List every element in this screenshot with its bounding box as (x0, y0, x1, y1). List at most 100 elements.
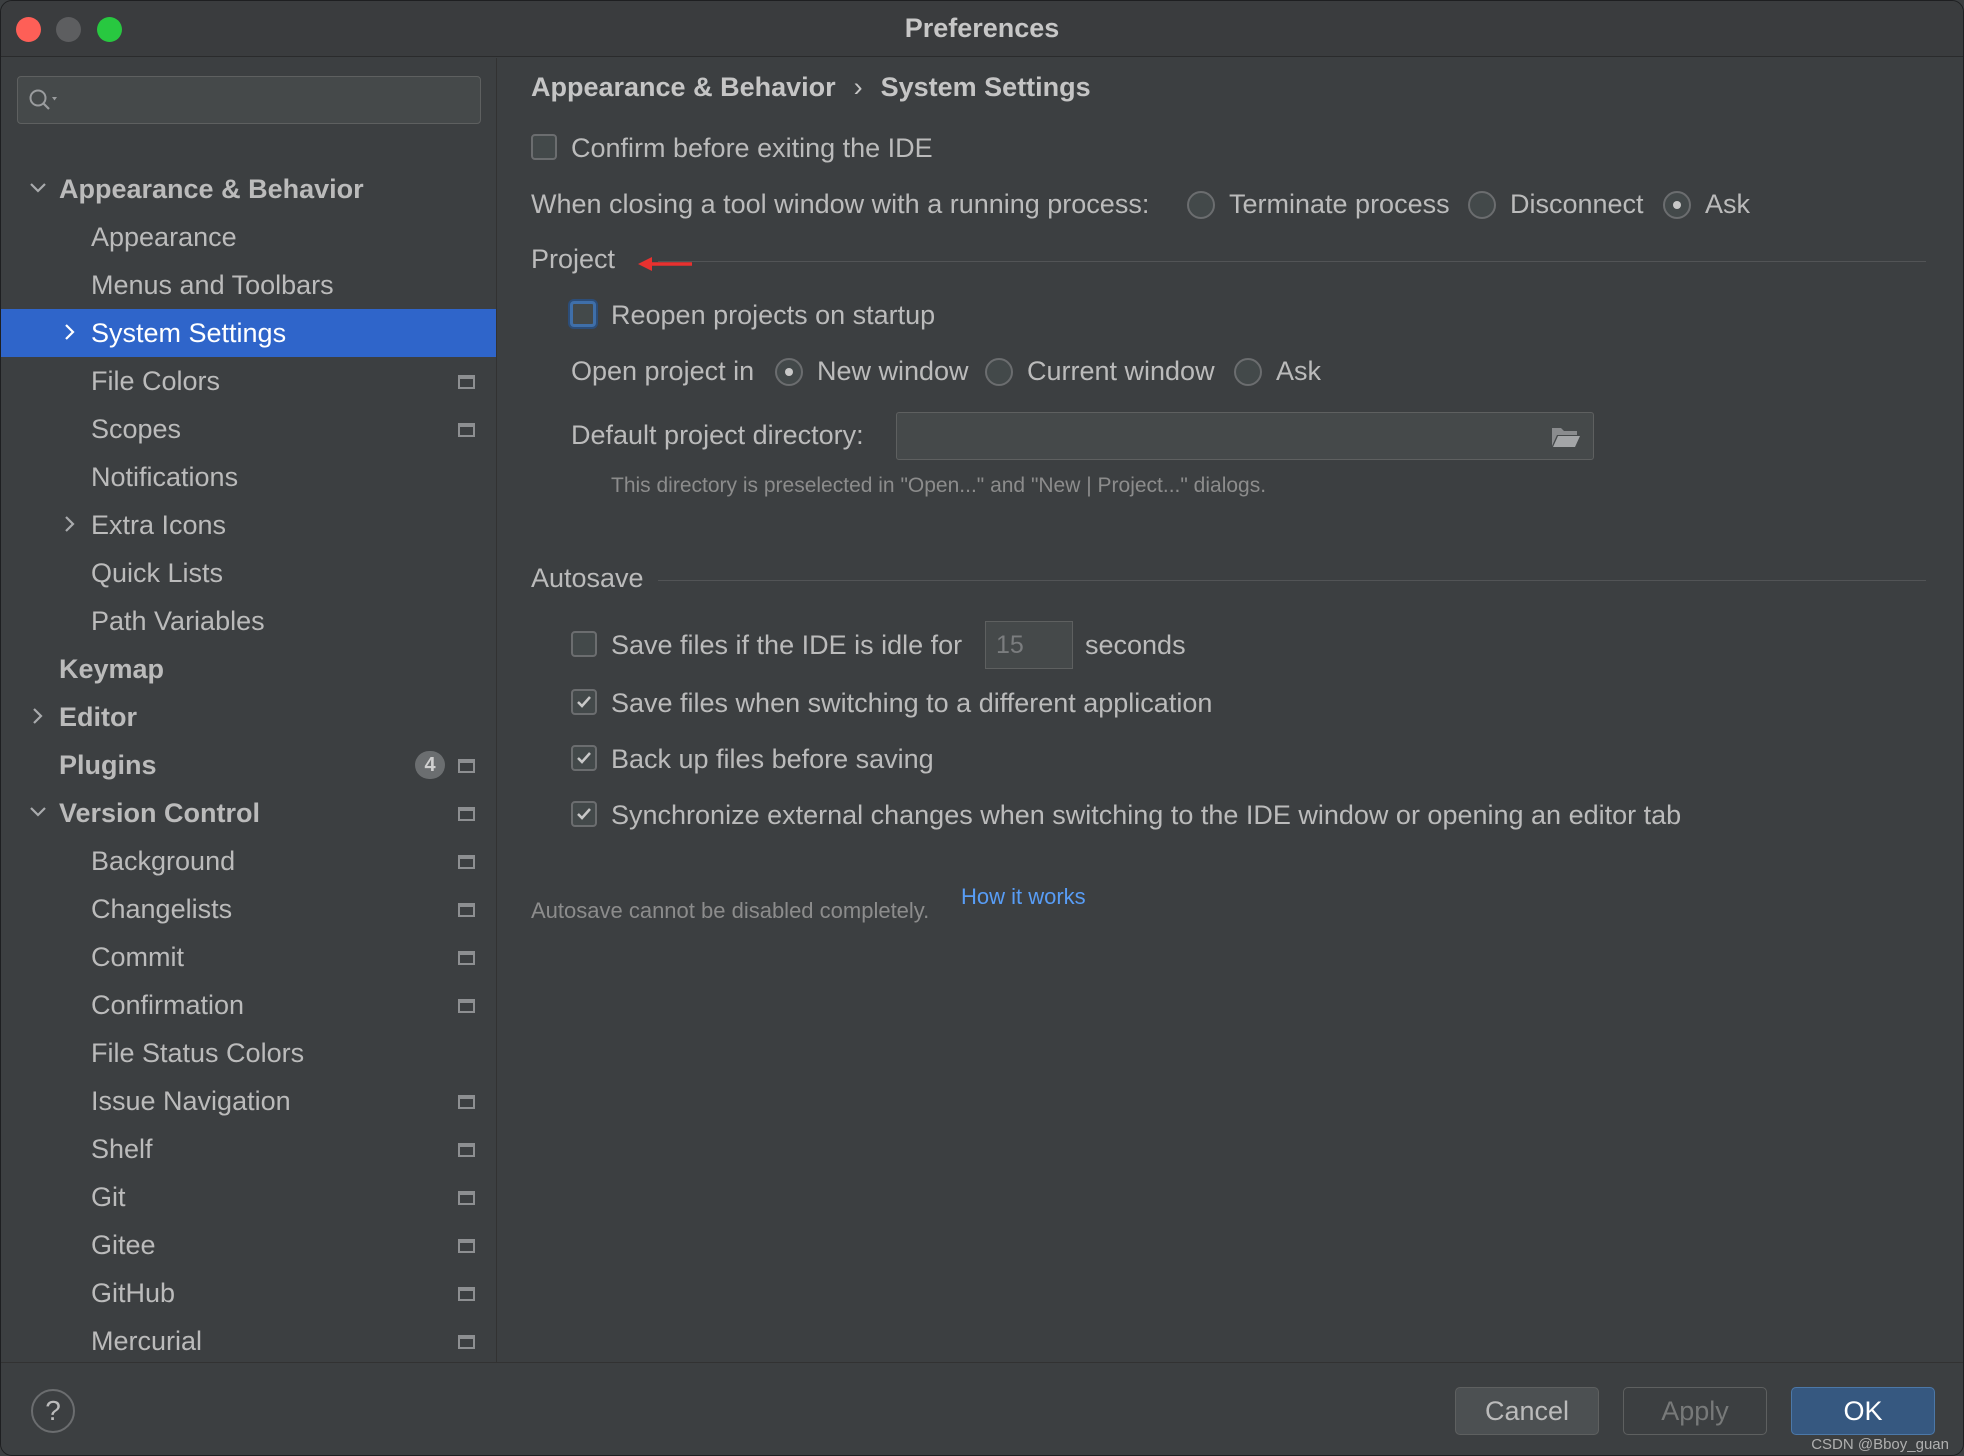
sidebar-item-extra-icons[interactable]: Extra Icons (1, 501, 496, 549)
save-on-switch-checkbox[interactable] (571, 689, 597, 715)
backup-files-label: Back up files before saving (611, 744, 934, 774)
project-section-title: Project (531, 244, 616, 274)
sidebar-item-file-status-colors[interactable]: File Status Colors (1, 1029, 496, 1077)
project-level-icon (458, 1143, 475, 1157)
checkmark-icon (577, 808, 591, 820)
sidebar-item-quick-lists[interactable]: Quick Lists (1, 549, 496, 597)
sidebar-item-appearance-behavior[interactable]: Appearance & Behavior (1, 165, 496, 213)
chevron-down-icon[interactable] (25, 165, 49, 213)
sidebar-item-label: Menus and Toolbars (91, 270, 334, 300)
sidebar-item-confirmation[interactable]: Confirmation (1, 981, 496, 1029)
idle-seconds-input[interactable]: 15 (985, 621, 1073, 669)
sidebar-item-gitee[interactable]: Gitee (1, 1221, 496, 1269)
closing-process-label: When closing a tool window with a runnin… (531, 189, 1150, 219)
sidebar-item-notifications[interactable]: Notifications (1, 453, 496, 501)
sidebar-item-label: Gitee (91, 1230, 156, 1260)
settings-content: Appearance & Behavior › System Settings Co… (498, 58, 1963, 1362)
red-arrow-annotation-icon (638, 257, 692, 271)
sidebar-item-label: System Settings (91, 318, 287, 348)
project-level-icon (458, 855, 475, 869)
breadcrumb-parent[interactable]: Appearance & Behavior (531, 72, 836, 102)
backup-files-checkbox[interactable] (571, 745, 597, 771)
apply-button[interactable]: Apply (1623, 1387, 1767, 1435)
save-idle-label: Save files if the IDE is idle for (611, 630, 963, 660)
sidebar-item-label: Confirmation (91, 990, 245, 1020)
sidebar-item-appearance[interactable]: Appearance (1, 213, 496, 261)
sidebar-item-label: Shelf (91, 1134, 153, 1164)
chevron-down-icon[interactable] (25, 789, 49, 837)
how-it-works-link[interactable]: How it works (961, 884, 1086, 910)
sidebar-item-mercurial[interactable]: Mercurial (1, 1317, 496, 1362)
sidebar-item-keymap[interactable]: Keymap (1, 645, 496, 693)
window-title: Preferences (904, 13, 1060, 43)
radio-ask-closing[interactable] (1663, 191, 1691, 219)
ok-button[interactable]: OK (1791, 1387, 1935, 1435)
radio-current-window[interactable] (985, 358, 1013, 386)
project-level-icon (458, 423, 475, 437)
breadcrumb-separator: › (853, 72, 863, 102)
sidebar-item-label: Notifications (91, 462, 239, 492)
sidebar-item-label: GitHub (91, 1278, 176, 1308)
sidebar-item-scopes[interactable]: Scopes (1, 405, 496, 453)
search-icon (29, 89, 57, 110)
sidebar-item-path-variables[interactable]: Path Variables (1, 597, 496, 645)
plugins-update-badge: 4 (415, 751, 445, 779)
sidebar-item-file-colors[interactable]: File Colors (1, 357, 496, 405)
sidebar-item-menus-and-toolbars[interactable]: Menus and Toolbars (1, 261, 496, 309)
sidebar-item-github[interactable]: GitHub (1, 1269, 496, 1317)
project-level-icon (458, 951, 475, 965)
radio-ask-open[interactable] (1234, 358, 1262, 386)
sidebar-item-system-settings[interactable]: System Settings (1, 309, 496, 357)
project-level-icon (458, 759, 475, 773)
sidebar-item-label: Changelists (91, 894, 233, 924)
reopen-projects-checkbox[interactable] (570, 301, 596, 327)
confirm-exit-checkbox[interactable] (531, 134, 557, 160)
sidebar-item-editor[interactable]: Editor (1, 693, 496, 741)
sidebar-item-label: Background (91, 846, 236, 876)
reopen-projects-label: Reopen projects on startup (611, 300, 936, 330)
settings-sidebar: Appearance & Behavior Appearance Menus and… (1, 58, 497, 1362)
chevron-right-icon[interactable] (25, 693, 49, 741)
sidebar-item-changelists[interactable]: Changelists (1, 885, 496, 933)
sidebar-item-git[interactable]: Git (1, 1173, 496, 1221)
sidebar-item-issue-navigation[interactable]: Issue Navigation (1, 1077, 496, 1125)
breadcrumb-current: System Settings (880, 72, 1091, 102)
sidebar-item-background[interactable]: Background (1, 837, 496, 885)
radio-terminate-process[interactable] (1187, 191, 1215, 219)
radio-new-window[interactable] (775, 358, 803, 386)
default-project-directory-label: Default project directory: (571, 420, 864, 450)
ask-closing-label: Ask (1705, 189, 1751, 219)
terminate-process-label: Terminate process (1229, 189, 1450, 219)
sync-external-changes-label: Synchronize external changes when switch… (611, 800, 1682, 830)
chevron-right-icon[interactable] (57, 309, 81, 357)
save-on-switch-label: Save files when switching to a different… (611, 688, 1213, 718)
default-project-directory-field[interactable] (896, 412, 1594, 460)
project-level-icon (458, 1335, 475, 1349)
sidebar-item-label: Version Control (59, 798, 261, 828)
sidebar-item-label: Appearance (91, 222, 237, 252)
open-project-in-label: Open project in (571, 356, 755, 386)
sidebar-item-shelf[interactable]: Shelf (1, 1125, 496, 1173)
sidebar-item-label: Plugins (59, 750, 157, 780)
sidebar-item-label: Editor (59, 702, 137, 732)
cancel-button[interactable]: Cancel (1455, 1387, 1599, 1435)
sync-external-changes-checkbox[interactable] (571, 801, 597, 827)
settings-search-input[interactable] (17, 76, 481, 124)
new-window-label: New window (817, 356, 969, 386)
sidebar-item-commit[interactable]: Commit (1, 933, 496, 981)
sidebar-item-label: File Colors (91, 366, 221, 396)
project-level-icon (458, 1191, 475, 1205)
radio-disconnect[interactable] (1468, 191, 1496, 219)
confirm-exit-label: Confirm before exiting the IDE (571, 133, 933, 163)
sidebar-item-plugins[interactable]: Plugins 4 (1, 741, 496, 789)
folder-icon[interactable] (1551, 425, 1581, 449)
title-bar: Preferences (1, 1, 1963, 57)
help-button[interactable]: ? (31, 1389, 75, 1433)
project-level-icon (458, 375, 475, 389)
project-separator (658, 261, 1926, 262)
preferences-window: Preferences Appearance & Behavior Appeara… (0, 0, 1964, 1456)
sidebar-item-version-control[interactable]: Version Control (1, 789, 496, 837)
save-idle-checkbox[interactable] (571, 631, 597, 657)
autosave-section-title: Autosave (531, 563, 644, 593)
chevron-right-icon[interactable] (57, 501, 81, 549)
